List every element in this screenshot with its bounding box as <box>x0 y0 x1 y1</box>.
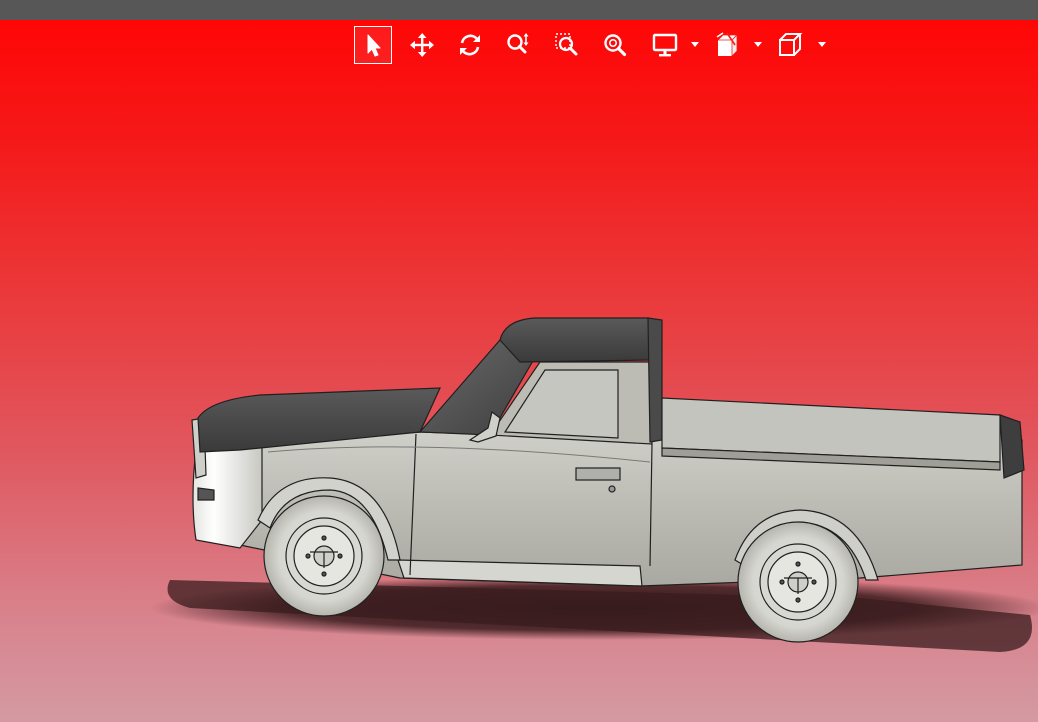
3d-viewport[interactable] <box>0 20 1038 722</box>
rear-wheel <box>737 521 859 643</box>
front-wheel <box>263 495 385 617</box>
pickup-truck-model[interactable] <box>0 20 1038 722</box>
title-bar <box>0 0 1038 20</box>
